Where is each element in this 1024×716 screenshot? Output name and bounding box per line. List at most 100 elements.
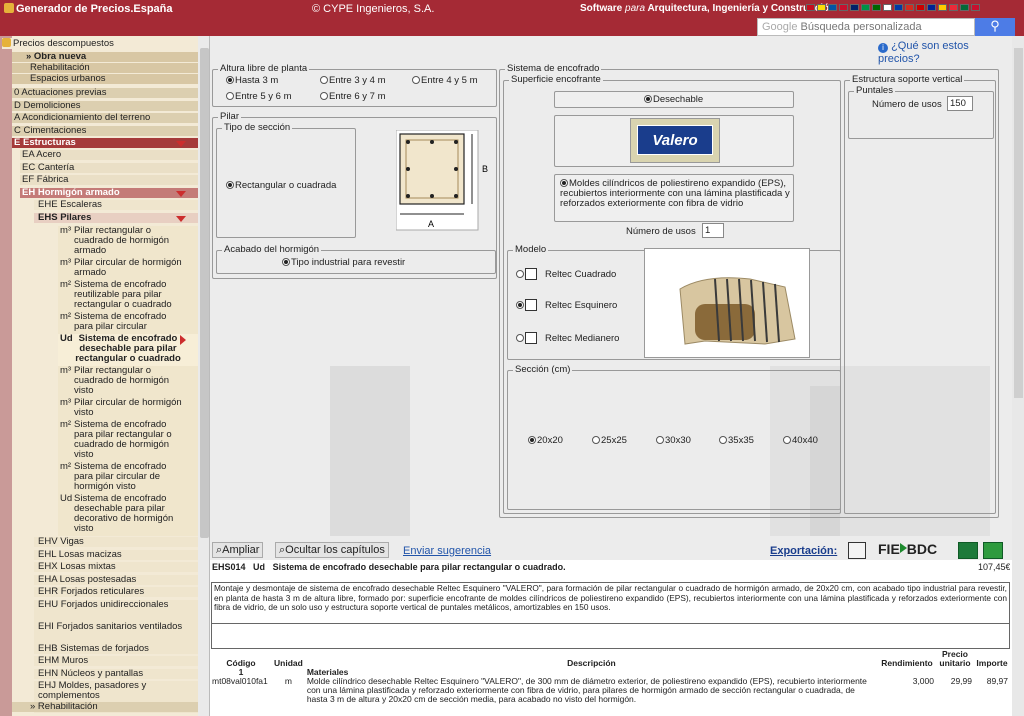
sidebar-section[interactable]: EHU Forjados unidireccionales bbox=[34, 598, 198, 622]
flag-icon[interactable] bbox=[817, 4, 826, 11]
flag-icon[interactable] bbox=[971, 4, 980, 11]
sidebar-leaf-item[interactable]: m² Sistema de encofrado reutilizable para… bbox=[58, 280, 198, 312]
help-link[interactable]: i ¿Qué son estos precios? bbox=[878, 40, 1012, 65]
altura-option-label: Entre 4 y 5 m bbox=[421, 75, 478, 86]
sidebar-section[interactable]: EHR Forjados reticulares bbox=[34, 587, 198, 597]
sidebar-section[interactable]: EHL Losas macizas bbox=[34, 549, 198, 560]
modelo-option-2[interactable]: Reltec Medianero bbox=[516, 332, 619, 344]
ampliar-button[interactable]: ⌕Ampliar bbox=[212, 542, 264, 558]
sidebar-chapter[interactable]: D Demoliciones bbox=[12, 100, 198, 111]
sidebar-scroll-thumb[interactable] bbox=[200, 48, 209, 538]
app-title[interactable]: Generador de Precios.España bbox=[4, 3, 173, 15]
sidebar-leaf-item[interactable]: m² Sistema de encofrado para pilar circul… bbox=[58, 312, 198, 334]
ocultar-capitulos-button[interactable]: ⌕Ocultar los capítulos bbox=[275, 542, 389, 558]
flag-icon[interactable] bbox=[927, 4, 936, 11]
search-placeholder: Búsqueda personalizada bbox=[800, 21, 922, 33]
sidebar-section[interactable]: EHX Losas mixtas bbox=[34, 562, 198, 572]
result-notes-box bbox=[211, 624, 1010, 649]
sidebar-leaf-item[interactable]: m³ Pilar rectangular o cuadrado de hormig… bbox=[58, 366, 198, 398]
sidebar-root[interactable]: Precios descompuestos bbox=[2, 38, 198, 49]
tipo-seccion-option[interactable]: Rectangular o cuadrada bbox=[226, 181, 336, 191]
altura-legend: Altura libre de planta bbox=[218, 63, 310, 74]
acabado-option[interactable]: Tipo industrial para revestir bbox=[282, 258, 405, 268]
sidebar-section[interactable]: EHJ Moldes, pasadores y complementos bbox=[34, 681, 198, 703]
sidebar-section[interactable]: EHM Muros bbox=[34, 656, 198, 666]
sidebar-subchapter[interactable]: EF Fábrica bbox=[20, 175, 198, 185]
flag-icon[interactable] bbox=[916, 4, 925, 11]
enviar-sugerencia-link[interactable]: Enviar sugerencia bbox=[403, 544, 491, 558]
sistema-usos-input[interactable]: 1 bbox=[702, 223, 724, 238]
sidebar-chapter[interactable]: E Estructuras bbox=[12, 138, 198, 148]
flag-icon[interactable] bbox=[872, 4, 881, 11]
flag-icon[interactable] bbox=[949, 4, 958, 11]
leaf-label: Pilar rectangular o cuadrado de hormigón… bbox=[74, 225, 170, 256]
flag-icon[interactable] bbox=[828, 4, 837, 11]
modelo-option-0[interactable]: Reltec Cuadrado bbox=[516, 268, 616, 280]
seccion-option-1[interactable]: 25x25 bbox=[592, 436, 627, 446]
main-scroll-thumb[interactable] bbox=[1014, 48, 1023, 398]
flag-icon[interactable] bbox=[861, 4, 870, 11]
sidebar-subchapter[interactable]: EA Acero bbox=[20, 150, 198, 160]
sidebar-subchapter[interactable]: EC Cantería bbox=[20, 162, 198, 173]
sidebar-section[interactable]: EHA Losas postesadas bbox=[34, 574, 198, 585]
sidebar-leaf-item[interactable]: m³ Pilar rectangular o cuadrado de hormig… bbox=[58, 226, 198, 258]
moldes-option[interactable]: Moldes cilíndricos de poliestireno expan… bbox=[560, 179, 792, 209]
export-pdf-icon[interactable] bbox=[848, 542, 866, 559]
modelo-option-1[interactable]: Reltec Esquinero bbox=[516, 299, 617, 311]
search-input[interactable]: Google Búsqueda personalizada bbox=[757, 18, 975, 36]
export-excel-icon[interactable] bbox=[958, 542, 978, 559]
flag-icon[interactable] bbox=[806, 4, 815, 11]
sidebar-chapter[interactable]: C Cimentaciones bbox=[12, 125, 198, 136]
unit-label: m² bbox=[60, 461, 72, 472]
sidebar-obra-nueva[interactable]: » Obra nueva bbox=[12, 52, 198, 62]
sidebar-leaf-item[interactable]: Ud Sistema de encofrado desechable para p… bbox=[58, 494, 198, 536]
flag-icon[interactable] bbox=[905, 4, 914, 11]
sidebar-section[interactable]: EHN Núcleos y pantallas bbox=[34, 668, 198, 679]
sidebar-leaf-item[interactable]: m³ Pilar circular de hormigón visto bbox=[58, 398, 198, 420]
sidebar-espacios[interactable]: Espacios urbanos bbox=[12, 74, 198, 84]
radio-dot bbox=[516, 301, 524, 309]
sidebar-rehabilitacion-bottom[interactable]: » Rehabilitación bbox=[12, 702, 198, 712]
puntales-usos-input[interactable]: 150 bbox=[947, 96, 973, 111]
seccion-option-3[interactable]: 35x35 bbox=[719, 436, 754, 446]
altura-option-3[interactable]: Entre 5 y 6 m bbox=[226, 92, 292, 102]
sidebar-section[interactable]: EHE Escaleras bbox=[34, 200, 198, 210]
sidebar-chapter[interactable]: A Acondicionamiento del terreno bbox=[12, 113, 198, 123]
search-button[interactable]: ⚲ bbox=[975, 18, 1015, 36]
chapter-sidebar: Precios descompuestos » Obra nueva Rehab… bbox=[0, 36, 210, 716]
flag-icon[interactable] bbox=[960, 4, 969, 11]
sidebar-leaf-item[interactable]: m² Sistema de encofrado para pilar circul… bbox=[58, 462, 198, 494]
result-code-line: EHS014 Ud Sistema de encofrado desechabl… bbox=[212, 562, 566, 572]
valero-logo-text: Valero bbox=[637, 125, 713, 155]
seccion-option-0[interactable]: 20x20 bbox=[528, 436, 563, 446]
altura-option-1[interactable]: Entre 3 y 4 m bbox=[320, 76, 386, 86]
export-excel-alt-icon[interactable] bbox=[983, 542, 1003, 559]
altura-option-2[interactable]: Entre 4 y 5 m bbox=[412, 76, 478, 86]
flag-icon[interactable] bbox=[938, 4, 947, 11]
export-fiebdc-icon[interactable]: FIE BDC bbox=[878, 541, 937, 557]
sidebar-section[interactable]: EHI Forjados sanitarios ventilados bbox=[34, 621, 198, 644]
tipo-seccion-label: Rectangular o cuadrada bbox=[235, 180, 337, 191]
sidebar-rehabilitacion[interactable]: Rehabilitación bbox=[12, 63, 198, 73]
sidebar-leaf-item[interactable]: m³ Pilar circular de hormigón armado bbox=[58, 258, 198, 280]
sidebar-chapter[interactable]: 0 Actuaciones previas bbox=[12, 88, 198, 98]
table-header-row: Código Unidad Descripción Rendimiento Pr… bbox=[210, 650, 1010, 668]
sidebar-section[interactable]: EHB Sistemas de forjados bbox=[34, 643, 198, 654]
flag-icon[interactable] bbox=[850, 4, 859, 11]
altura-option-4[interactable]: Entre 6 y 7 m bbox=[320, 92, 386, 102]
flag-icon[interactable] bbox=[894, 4, 903, 11]
altura-option-0[interactable]: Hasta 3 m bbox=[226, 76, 278, 86]
seccion-option-4[interactable]: 40x40 bbox=[783, 436, 818, 446]
sidebar-leaf-item[interactable]: m² Sistema de encofrado para pilar rectan… bbox=[58, 420, 198, 462]
sidebar-section[interactable]: EHV Vigas bbox=[34, 537, 198, 547]
flag-icon[interactable] bbox=[839, 4, 848, 11]
sidebar-item-label: EHU bbox=[38, 598, 59, 610]
sidebar-section[interactable]: EHS Pilares bbox=[34, 212, 198, 223]
desechable-option[interactable]: Desechable bbox=[644, 95, 703, 105]
seccion-option-2[interactable]: 30x30 bbox=[656, 436, 691, 446]
result-toolbar: ⌕Ampliar ⌕Ocultar los capítulos Enviar s… bbox=[210, 540, 1012, 560]
sidebar-leaf-item[interactable]: Ud Sistema de encofrado desechable para p… bbox=[58, 334, 198, 366]
language-flags[interactable] bbox=[806, 4, 980, 11]
flag-icon[interactable] bbox=[883, 4, 892, 11]
sidebar-subchapter[interactable]: EH Hormigón armado bbox=[20, 187, 198, 198]
